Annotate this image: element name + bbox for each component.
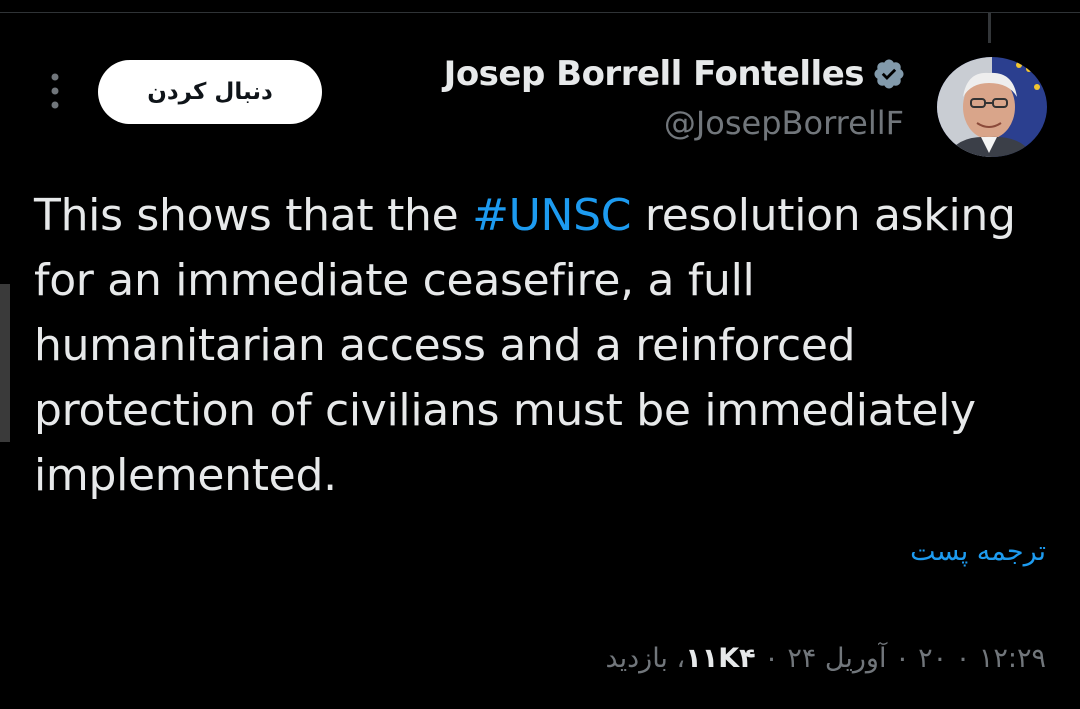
- views-count: ۱۱K۴: [685, 643, 756, 674]
- thread-connector-line: [988, 13, 991, 43]
- verified-badge-icon: [874, 59, 904, 89]
- avatar[interactable]: [937, 57, 1047, 157]
- timestamp[interactable]: ۱۲:۲۹ ۰ ۲۰ ۰ آوریل ۲۴ ۰: [764, 643, 1046, 674]
- follow-button[interactable]: دنبال کردن: [98, 60, 322, 124]
- profile-photo-icon: [937, 57, 1047, 157]
- tweet-meta: ۱۲:۲۹ ۰ ۲۰ ۰ آوریل ۲۴ ۰ ۱۱K۴، بازدید: [605, 643, 1046, 674]
- author-handle[interactable]: @JosepBorrellF: [664, 104, 904, 142]
- translate-post-link[interactable]: ترجمه پست: [910, 536, 1046, 567]
- tweet-text-before: This shows that the: [34, 190, 473, 241]
- author-name-row[interactable]: Josep Borrell Fontelles: [444, 54, 906, 94]
- tweet-text: This shows that the #UNSC resolution ask…: [34, 183, 1044, 508]
- hashtag-link[interactable]: #UNSC: [472, 190, 631, 241]
- more-vertical-icon[interactable]: [46, 70, 64, 112]
- scroll-edge-indicator: [0, 284, 10, 442]
- top-divider: [0, 12, 1080, 13]
- views-label: ، بازدید: [605, 643, 686, 674]
- author-display-name[interactable]: Josep Borrell Fontelles: [444, 54, 865, 94]
